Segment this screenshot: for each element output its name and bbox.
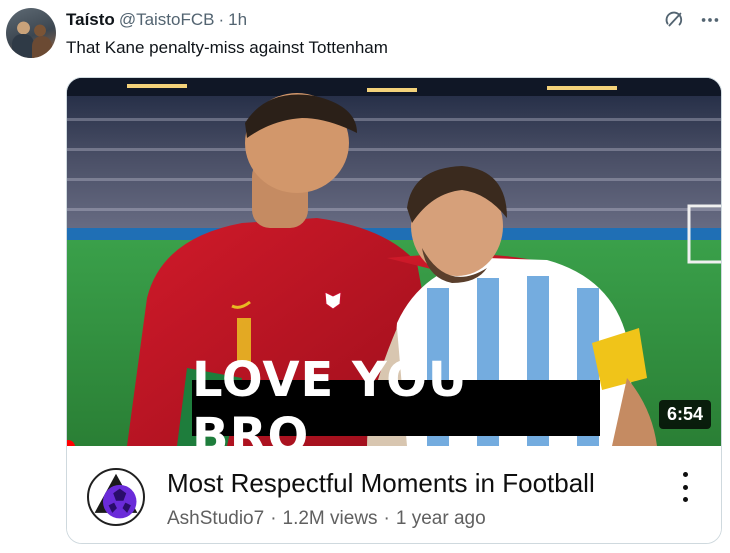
video-title[interactable]: Most Respectful Moments in Football bbox=[167, 468, 595, 499]
thumbnail-caption: LOVE YOU BRO bbox=[192, 352, 468, 446]
thumbnail-caption-box: LOVE YOU BRO bbox=[192, 352, 600, 446]
tweet-header: Taísto @TaistoFCB · 1h bbox=[66, 10, 247, 32]
more-icon[interactable] bbox=[698, 8, 722, 32]
header-separator: · bbox=[218, 10, 225, 29]
view-count: 1.2M views bbox=[282, 508, 378, 529]
channel-logo-image bbox=[90, 471, 142, 523]
author-avatar[interactable] bbox=[6, 8, 56, 58]
avatar-person-right bbox=[32, 36, 52, 58]
video-info-panel: Most Respectful Moments in Football AshS… bbox=[67, 446, 721, 543]
channel-logo[interactable] bbox=[87, 468, 145, 526]
channel-name[interactable]: AshStudio7 bbox=[167, 508, 264, 530]
tweet-actions-top bbox=[662, 8, 722, 32]
video-meta: AshStudio7 · 1.2M views · 1 year ago bbox=[167, 508, 486, 530]
tweet-timestamp[interactable]: 1h bbox=[228, 10, 247, 30]
upload-age: 1 year ago bbox=[395, 508, 486, 529]
author-handle[interactable]: @TaistoFCB bbox=[119, 10, 215, 30]
video-menu-icon[interactable] bbox=[675, 472, 695, 502]
grok-icon[interactable] bbox=[662, 8, 686, 32]
video-thumbnail[interactable]: LOVE YOU BRO 6:54 bbox=[67, 78, 721, 446]
video-card[interactable]: LOVE YOU BRO 6:54 Most Respectful Moment… bbox=[66, 77, 722, 544]
tweet-text: That Kane penalty-miss against Tottenham bbox=[66, 38, 388, 57]
avatar-person-left bbox=[12, 34, 34, 58]
video-duration: 6:54 bbox=[658, 400, 711, 429]
meta-separator-1: · bbox=[270, 508, 277, 529]
meta-separator-2: · bbox=[383, 508, 390, 529]
author-display-name[interactable]: Taísto bbox=[66, 10, 115, 30]
